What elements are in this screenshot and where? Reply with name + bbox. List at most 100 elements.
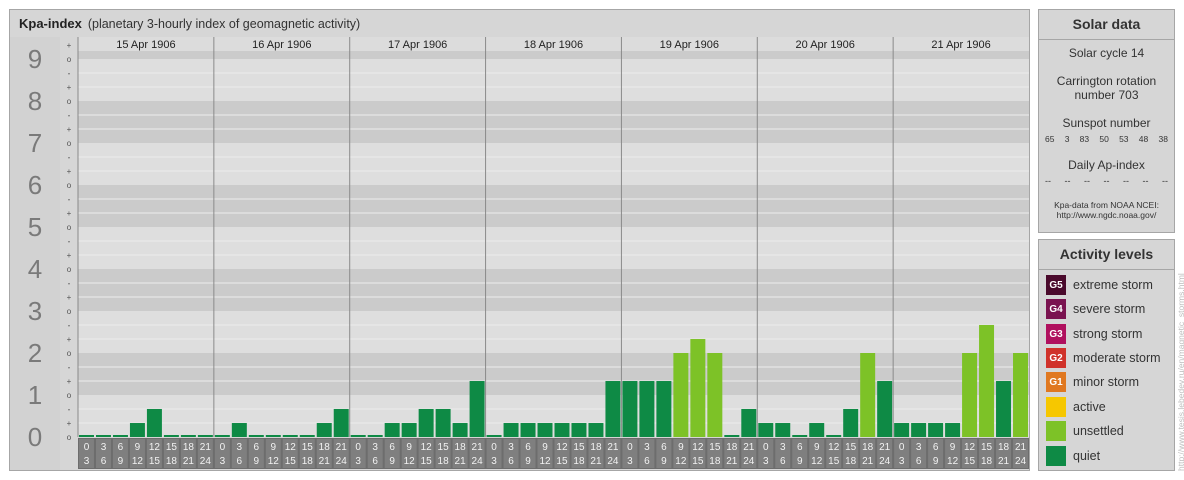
quiet-swatch [1046,446,1066,466]
hour-start-label: 21 [743,442,755,453]
y-minor-tick-label: - [68,237,71,246]
hour-start-label: 9 [814,442,820,453]
level-label: unsettled [1073,424,1124,438]
kp-bar [384,423,400,437]
kp-bar [367,435,383,437]
y-minor-tick-label: o [67,265,72,274]
kp-bar [486,435,502,437]
hour-start-label: 15 [573,442,585,453]
kp-bar [503,423,519,437]
hour-start-label: 12 [556,442,568,453]
sunspot-value: 65 [1045,134,1055,144]
y-major-tick-label: 0 [28,422,42,452]
kp-bar [724,435,740,437]
hour-end-label: 9 [797,456,803,467]
hour-end-label: 21 [998,456,1010,467]
data-source-link[interactable]: http://www.ngdc.noaa.gov/ [1039,210,1174,220]
hour-start-label: 12 [285,442,297,453]
kp-bar [758,423,774,437]
level-label: extreme storm [1073,278,1153,292]
y-major-tick-label: 5 [28,212,42,242]
hour-end-label: 15 [692,456,704,467]
kp-bar [656,381,672,437]
kp-bar [877,381,893,437]
hour-end-label: 3 [763,456,769,467]
kp-bar [962,353,978,437]
hour-end-label: 24 [336,456,348,467]
hour-end-label: 3 [84,456,90,467]
level-label: moderate storm [1073,351,1161,365]
kp-bar [826,435,842,437]
y-minor-tick-label: + [67,41,72,50]
kp-bar [282,435,298,437]
level-label: strong storm [1073,327,1143,341]
solar-cycle: Solar cycle 14 [1068,46,1145,60]
kp-band [78,269,1029,311]
kp-bar [452,423,468,437]
kp-bar [520,423,536,437]
hour-end-label: 6 [372,456,378,467]
y-minor-tick-label: - [68,363,71,372]
sunspot-value: 38 [1158,134,1168,144]
kp-bar [214,435,230,437]
sunspot-number-title: Sunspot number [1062,116,1151,130]
level-severe-storm: G4 severe storm [1046,299,1145,319]
hour-start-label: 21 [336,442,348,453]
hour-start-label: 0 [355,442,361,453]
hour-end-label: 9 [118,456,124,467]
level-moderate-storm: G2 moderate storm [1046,348,1161,368]
hour-start-label: 18 [319,442,331,453]
sunspot-value: 48 [1138,134,1149,144]
sunspot-value: 3 [1064,134,1070,144]
kp-bar [911,423,927,437]
hour-start-label: 21 [607,442,619,453]
y-minor-tick-label: + [67,209,72,218]
hour-start-label: 3 [508,442,514,453]
level-active: active [1046,397,1106,417]
carrington-rotation-number: number 703 [1074,88,1139,102]
y-minor-tick-label: o [67,307,72,316]
hour-start-label: 18 [998,442,1010,453]
kp-bar [673,353,689,437]
hour-end-label: 18 [573,456,585,467]
y-minor-tick-label: + [67,83,72,92]
hour-end-label: 9 [661,456,667,467]
y-minor-tick-label: + [67,167,72,176]
hour-end-label: 18 [981,456,993,467]
hour-start-label: 0 [220,442,226,453]
hour-start-label: 6 [661,442,667,453]
day-label: 21 Apr 1906 [931,39,990,51]
hour-start-label: 15 [981,442,993,453]
hour-start-label: 15 [845,442,857,453]
hour-start-label: 6 [118,442,124,453]
hour-start-label: 0 [763,442,769,453]
hour-end-label: 18 [709,456,721,467]
kp-band [78,311,1029,353]
kpa-chart-panel: Kpa-index (planetary 3-hourly index of ge… [9,9,1030,471]
hour-start-label: 9 [678,442,684,453]
y-minor-tick-label: o [67,433,72,442]
hour-start-label: 15 [166,442,178,453]
hour-end-label: 9 [525,456,531,467]
hour-end-label: 21 [183,456,195,467]
level-label: minor storm [1073,375,1139,389]
hour-end-label: 6 [101,456,107,467]
y-minor-tick-label: - [68,321,71,330]
hour-end-label: 24 [1015,456,1027,467]
hour-start-label: 21 [472,442,484,453]
kp-bar [299,435,315,437]
hour-start-label: 9 [135,442,141,453]
hour-end-label: 12 [811,456,823,467]
active-swatch [1046,397,1066,417]
kp-bar [860,353,876,437]
kp-bar [146,408,162,437]
day-label: 17 Apr 1906 [388,39,447,51]
kp-bar [435,408,451,437]
kp-bar [163,435,179,437]
hour-start-label: 3 [237,442,243,453]
hour-start-label: 6 [525,442,531,453]
hour-end-label: 18 [166,456,178,467]
y-minor-tick-label: + [67,377,72,386]
y-major-tick-label: 1 [28,380,42,410]
hour-start-label: 0 [899,442,905,453]
